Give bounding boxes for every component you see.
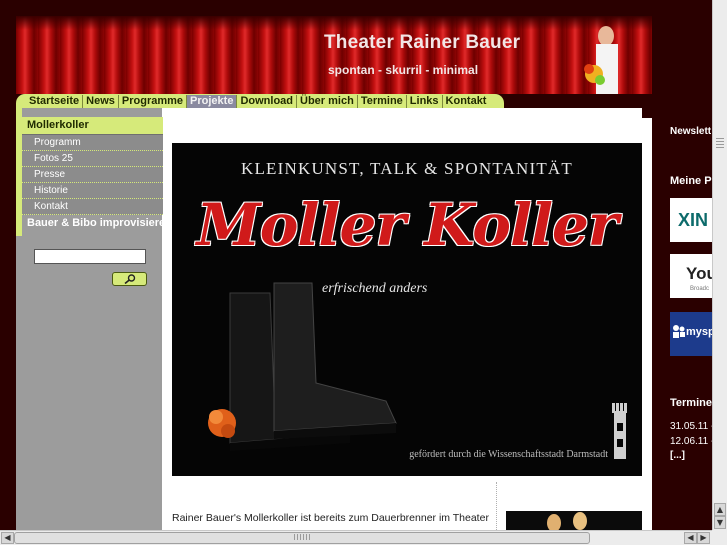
sidebar-item-kontakt[interactable]: Kontakt [22,199,163,215]
myspace-people-icon [673,325,685,338]
site-header: Theater Rainer Bauer spontan - skurril -… [16,16,652,94]
side-photo [506,511,642,532]
myspace-badge[interactable]: mysp [670,312,714,356]
profiles-heading: Meine P [670,175,712,187]
sidebar-item-mollerkoller[interactable]: Mollerkoller [22,117,163,135]
nav-projekte[interactable]: Projekte [187,94,238,108]
termine-heading: Termine [670,397,712,409]
sidebar-item-presse[interactable]: Presse [22,167,163,183]
scroll-left-arrow[interactable]: ◀ [1,532,14,544]
xing-badge[interactable]: XIN [670,198,714,242]
site-title: Theater Rainer Bauer [324,32,521,53]
sidebar-item-programm[interactable]: Programm [22,135,163,151]
performers-photo [547,512,587,532]
vertical-scrollbar[interactable]: ▲ ▼ [712,0,727,530]
xing-label: XIN [678,210,709,230]
nav-ueber-mich[interactable]: Über mich [297,94,358,108]
scroll-right-arrow-left[interactable]: ◀ [684,532,697,544]
hscroll-grip[interactable] [294,534,310,540]
darmstadt-tower-icon [612,403,627,459]
newsletter-heading: Newslett [670,126,712,137]
scrollbar-corner [712,530,727,545]
search-input[interactable] [34,249,146,264]
nav-links[interactable]: Links [407,94,443,108]
poster-logo: Moller Koller [196,191,619,259]
mollerkoller-poster: KLEINKUNST, TALK & SPONTANITÄT Moller Ko… [172,143,642,476]
frame-corner [642,108,652,118]
myspace-label: mysp [686,326,714,338]
nav-kontakt[interactable]: Kontakt [443,95,490,108]
nav-download[interactable]: Download [237,94,298,108]
nav-news[interactable]: News [83,94,119,108]
scroll-up-arrow[interactable]: ▲ [714,503,726,516]
poster-tagline: KLEINKUNST, TALK & SPONTANITÄT [240,159,573,178]
termine-date-1[interactable]: 31.05.11 - [670,421,714,432]
youtube-label: You [686,264,714,283]
boots-image [208,282,397,451]
site-subtitle: spontan - skurril - minimal [328,63,479,77]
nav-termine[interactable]: Termine [358,94,407,108]
vscroll-grip[interactable] [716,138,724,148]
poster-sponsor: gefördert durch die Wissenschaftsstadt D… [409,449,608,460]
nav-startseite[interactable]: Startseite [26,94,84,108]
search-icon [123,274,135,284]
horizontal-scrollbar[interactable]: ◀ ◀ ▶ [0,530,712,545]
termine-more-link[interactable]: [...] [670,450,714,461]
youtube-badge[interactable]: You Broadc [670,254,714,298]
sidebar-item-fotos[interactable]: Fotos 25 [22,151,163,167]
sidebar-item-historie[interactable]: Historie [22,183,163,199]
search-button[interactable] [112,272,147,286]
scroll-down-arrow[interactable]: ▼ [714,516,726,529]
content-divider [496,482,498,532]
intro-text: Rainer Bauer's Mollerkoller ist bereits … [172,512,489,524]
header-shade [16,16,652,30]
scroll-right-arrow[interactable]: ▶ [697,532,710,544]
main-nav: Startseite News Programme Projekte Downl… [16,94,504,108]
nav-programme[interactable]: Programme [119,94,188,108]
youtube-sublabel: Broadc [690,286,710,292]
sidebar-menu: Mollerkoller Programm Fotos 25 Presse Hi… [22,117,163,232]
termine-date-2[interactable]: 12.06.11 - [670,436,714,447]
performer-photo [584,26,618,94]
sidebar-item-bauer-bibo[interactable]: Bauer & Bibo improvisieren [22,215,163,232]
